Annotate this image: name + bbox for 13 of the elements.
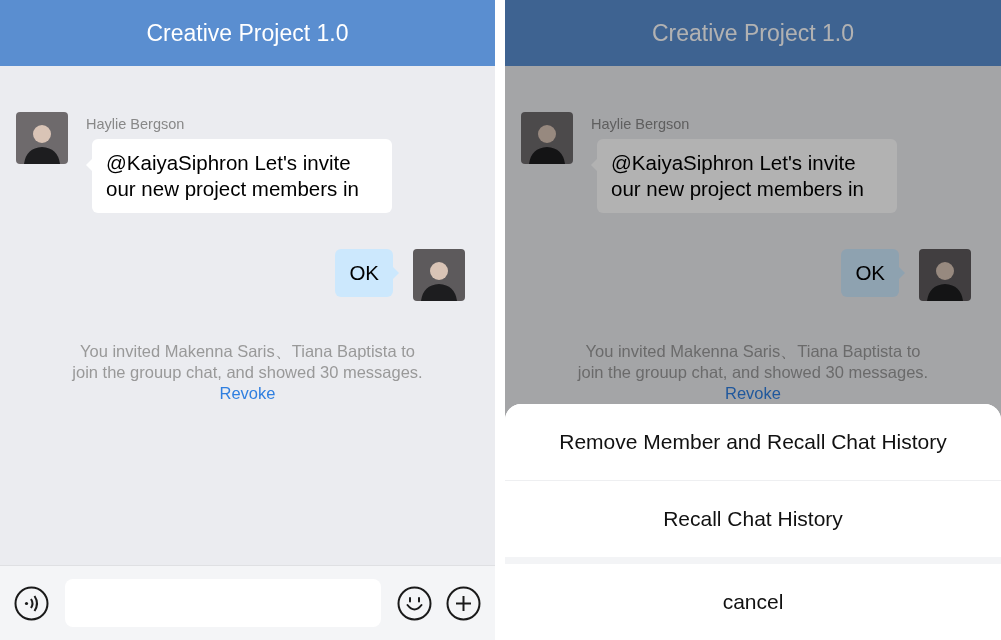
plus-icon[interactable] xyxy=(446,585,481,621)
system-notice: You invited Makenna Saris、Tiana Baptista to join the grouup chat, and showed 30 messages. xyxy=(576,341,930,383)
avatar[interactable] xyxy=(16,112,68,164)
sender-name: Haylie Bergson xyxy=(591,116,691,132)
avatar[interactable] xyxy=(521,112,573,164)
avatar[interactable] xyxy=(413,249,465,301)
chat-title: Creative Project 1.0 xyxy=(505,0,1001,66)
avatar[interactable] xyxy=(919,249,971,301)
system-notice: You invited Makenna Saris、Tiana Baptista to join the grouup chat, and showed 30 messages. xyxy=(70,341,424,383)
emoji-icon[interactable] xyxy=(397,585,432,621)
voice-icon[interactable] xyxy=(14,585,49,621)
sender-name: Haylie Bergson xyxy=(86,116,186,132)
chat-title: Creative Project 1.0 xyxy=(0,0,495,66)
